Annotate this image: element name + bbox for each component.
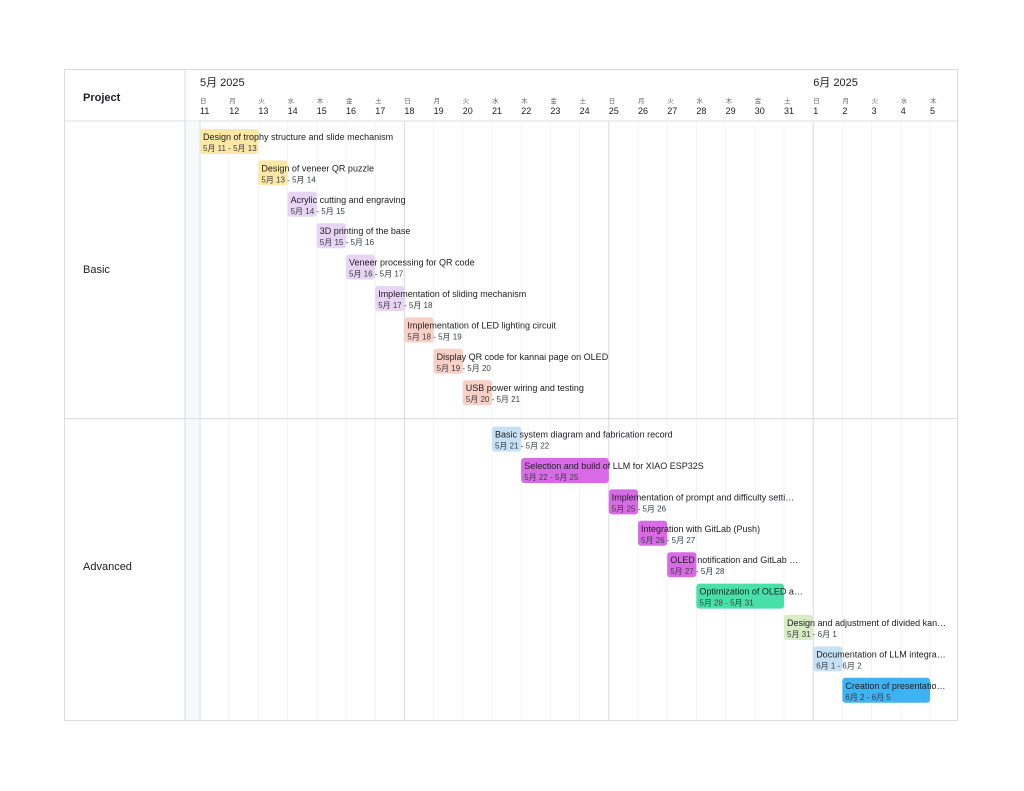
day-of-week-label: 日 bbox=[813, 97, 820, 105]
task-date-range: 5月 31 - 6月 1 bbox=[787, 630, 837, 639]
day-number-label: 5 bbox=[930, 106, 935, 116]
task-name: Veneer processing for QR code bbox=[349, 258, 475, 268]
task-date-range: 5月 13 - 5月 14 bbox=[261, 175, 316, 184]
day-of-week-label: 火 bbox=[872, 98, 879, 105]
task-date-range: 5月 17 - 5月 18 bbox=[378, 301, 433, 310]
day-of-week-label: 月 bbox=[229, 97, 236, 105]
task-name: USB power wiring and testing bbox=[466, 383, 584, 393]
gantt-chart-frame: Project Basic Advanced 日 11 月 12 火 13 水 14 木 15 金 1… bbox=[64, 69, 958, 721]
day-number-label: 2 bbox=[842, 106, 847, 116]
grid-left-pad bbox=[185, 121, 199, 720]
day-of-week-label: 木 bbox=[317, 96, 324, 105]
task-name: Implementation of LED lighting circuit bbox=[407, 320, 556, 330]
day-of-week-label: 木 bbox=[726, 96, 733, 105]
day-of-week-label: 金 bbox=[346, 96, 353, 105]
day-of-week-label: 月 bbox=[638, 97, 645, 105]
day-number-label: 14 bbox=[288, 106, 298, 116]
day-of-week-label: 土 bbox=[375, 96, 382, 105]
day-number-label: 20 bbox=[463, 106, 473, 116]
task-name: Basic system diagram and fabrication rec… bbox=[495, 430, 673, 440]
task-date-range: 6月 1 - 6月 2 bbox=[816, 661, 862, 670]
task-date-range: 6月 2 - 6月 5 bbox=[845, 693, 891, 702]
day-number-label: 3 bbox=[872, 106, 877, 116]
gantt-chart: 日11月12火13水14木15金16土17日18月19火20水21木22金23土… bbox=[65, 70, 957, 720]
day-number-label: 1 bbox=[813, 106, 818, 116]
day-number-label: 21 bbox=[492, 106, 502, 116]
task-name: Selection and build of LLM for XIAO ESP3… bbox=[524, 461, 704, 471]
task-date-range: 5月 19 - 5月 20 bbox=[437, 364, 492, 373]
day-number-label: 28 bbox=[696, 106, 706, 116]
day-number-label: 25 bbox=[609, 106, 619, 116]
day-of-week-label: 土 bbox=[784, 96, 791, 105]
day-number-label: 23 bbox=[550, 106, 560, 116]
day-of-week-label: 水 bbox=[288, 96, 295, 105]
day-of-week-label: 火 bbox=[258, 98, 265, 105]
task-date-range: 5月 20 - 5月 21 bbox=[466, 395, 521, 404]
day-number-label: 11 bbox=[200, 106, 209, 116]
day-number-label: 16 bbox=[346, 106, 356, 116]
day-of-week-label: 木 bbox=[930, 96, 937, 105]
day-number-label: 26 bbox=[638, 106, 648, 116]
day-of-week-label: 水 bbox=[492, 96, 499, 105]
task-date-range: 5月 16 - 5月 17 bbox=[349, 270, 404, 279]
task-date-range: 5月 21 - 5月 22 bbox=[495, 442, 550, 451]
day-number-label: 22 bbox=[521, 106, 531, 116]
day-number-label: 29 bbox=[726, 106, 736, 116]
task-date-range: 5月 18 - 5月 19 bbox=[407, 332, 462, 341]
day-of-week-label: 金 bbox=[755, 96, 762, 105]
task-name: Display QR code for kannai page on OLED bbox=[437, 352, 609, 362]
task-name: Design of trophy structure and slide mec… bbox=[203, 132, 393, 142]
day-of-week-label: 日 bbox=[200, 97, 207, 105]
task-date-range: 5月 14 - 5月 15 bbox=[291, 207, 346, 216]
task-name: 3D printing of the base bbox=[320, 226, 411, 236]
task-name: Implementation of prompt and difficulty … bbox=[612, 492, 794, 502]
task-date-range: 5月 26 - 5月 27 bbox=[641, 536, 696, 545]
day-of-week-label: 水 bbox=[901, 96, 908, 105]
day-of-week-label: 日 bbox=[609, 97, 616, 105]
day-of-week-label: 火 bbox=[667, 98, 674, 105]
day-of-week-label: 月 bbox=[842, 97, 849, 105]
task-name: Implementation of sliding mechanism bbox=[378, 289, 526, 299]
task-date-range: 5月 28 - 5月 31 bbox=[699, 599, 754, 608]
task-name: Optimization of OLED a… bbox=[699, 587, 803, 597]
task-name: OLED notification and GitLab … bbox=[670, 555, 798, 565]
task-name: Design of veneer QR puzzle bbox=[261, 163, 374, 173]
day-number-label: 12 bbox=[229, 106, 239, 116]
day-of-week-label: 木 bbox=[521, 96, 528, 105]
day-of-week-label: 土 bbox=[580, 96, 587, 105]
month-label: 6月 2025 bbox=[813, 77, 858, 89]
day-number-label: 24 bbox=[580, 106, 590, 116]
task-name: Integration with GitLab (Push) bbox=[641, 524, 760, 534]
task-name: Documentation of LLM integra… bbox=[816, 649, 946, 659]
month-label: 5月 2025 bbox=[200, 77, 245, 89]
day-number-label: 4 bbox=[901, 106, 906, 116]
day-number-label: 13 bbox=[258, 106, 268, 116]
task-date-range: 5月 15 - 5月 16 bbox=[320, 238, 375, 247]
day-number-label: 15 bbox=[317, 106, 327, 116]
day-number-label: 31 bbox=[784, 106, 794, 116]
day-of-week-label: 月 bbox=[434, 97, 441, 105]
day-of-week-label: 日 bbox=[404, 97, 411, 105]
day-of-week-label: 火 bbox=[463, 98, 470, 105]
day-number-label: 19 bbox=[434, 106, 444, 116]
task-date-range: 5月 22 - 5月 25 bbox=[524, 473, 579, 482]
task-name: Creation of presentatio… bbox=[845, 681, 945, 691]
day-number-label: 17 bbox=[375, 106, 385, 116]
task-name: Design and adjustment of divided kan… bbox=[787, 618, 946, 628]
day-number-label: 18 bbox=[404, 106, 414, 116]
task-date-range: 5月 11 - 5月 13 bbox=[203, 144, 257, 153]
task-date-range: 5月 27 - 5月 28 bbox=[670, 567, 725, 576]
day-of-week-label: 金 bbox=[550, 96, 557, 105]
day-of-week-label: 水 bbox=[696, 96, 703, 105]
task-date-range: 5月 25 - 5月 26 bbox=[612, 504, 667, 513]
day-number-label: 30 bbox=[755, 106, 765, 116]
day-number-label: 27 bbox=[667, 106, 677, 116]
task-name: Acrylic cutting and engraving bbox=[291, 195, 406, 205]
